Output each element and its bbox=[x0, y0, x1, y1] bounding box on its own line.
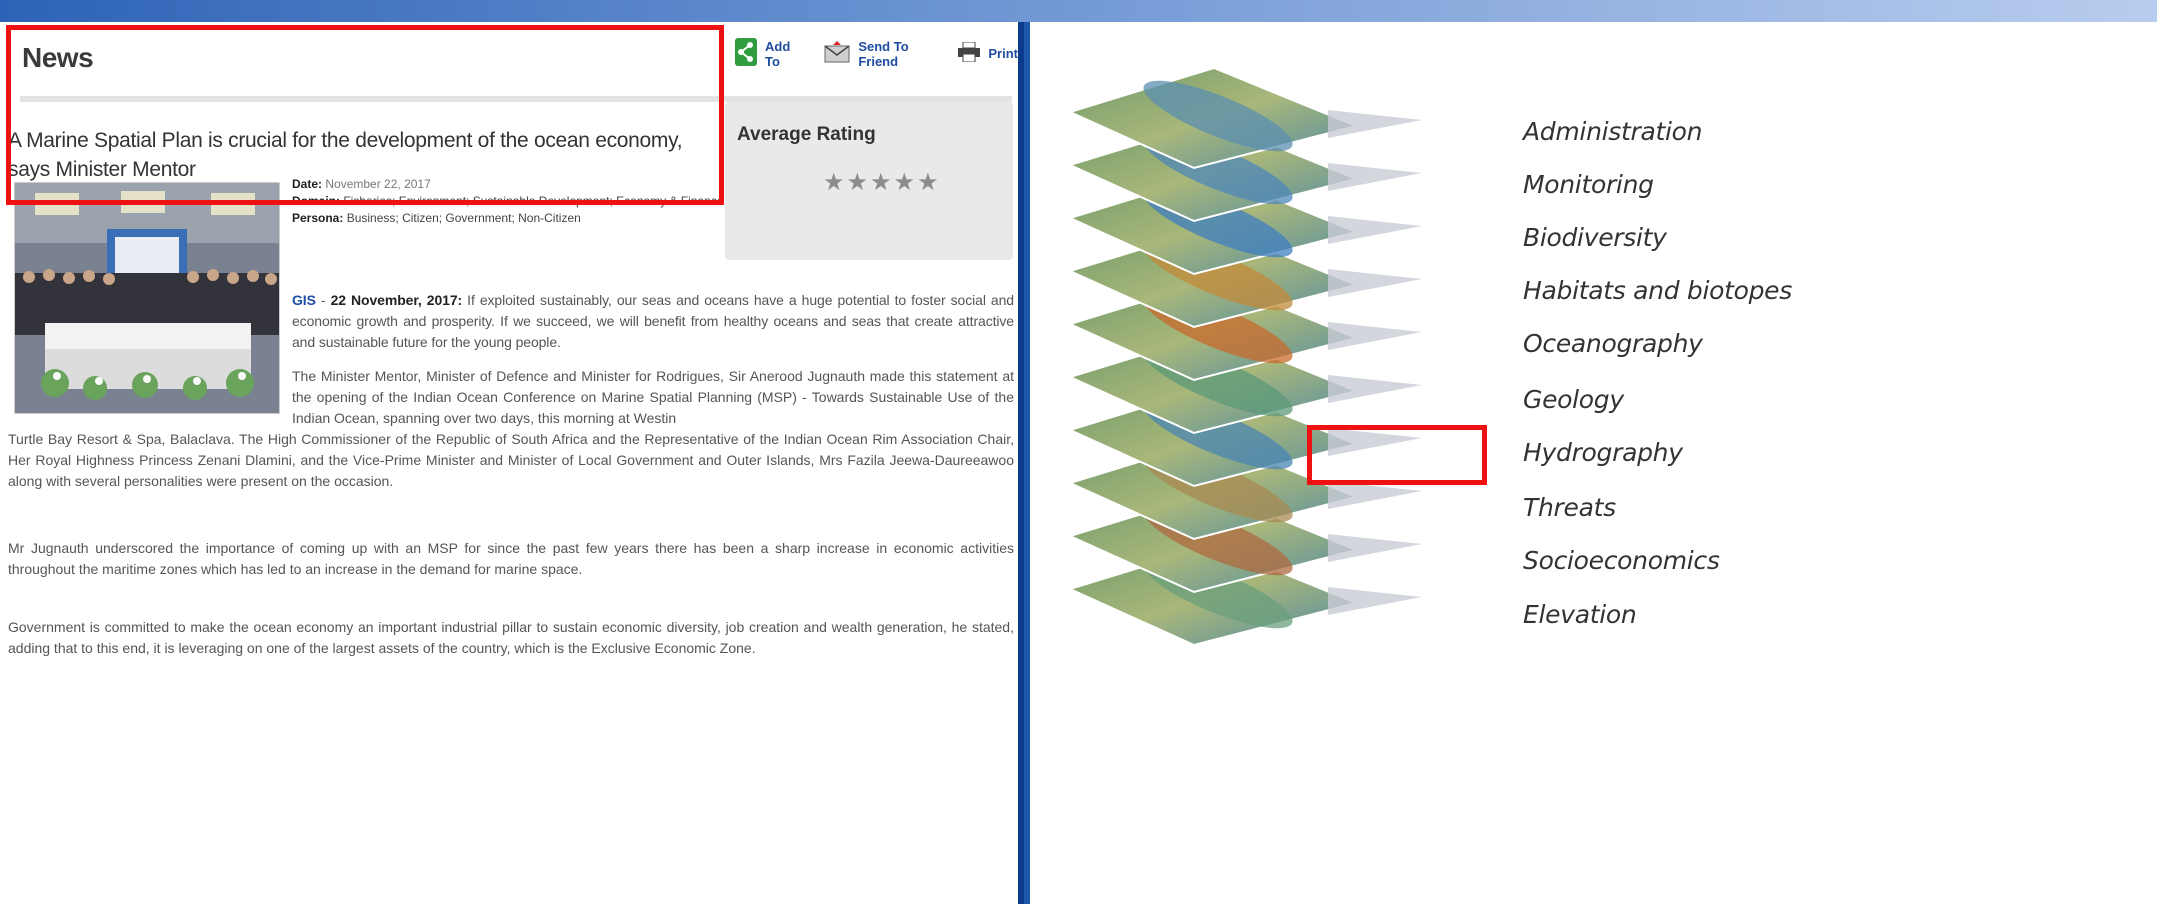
layer-label-socioeconomics: Socioeconomics bbox=[1523, 546, 1720, 575]
layer-label-hydrography: Hydrography bbox=[1523, 438, 1683, 467]
highlight-box-hydrography bbox=[1307, 425, 1487, 485]
layer-label-habitats: Habitats and biotopes bbox=[1523, 276, 1792, 305]
layer-label-administration: Administration bbox=[1523, 117, 1703, 146]
source-link[interactable]: GIS bbox=[292, 292, 316, 308]
top-banner-band bbox=[0, 0, 2157, 22]
layer-pointer bbox=[1328, 269, 1422, 297]
article-paragraph-1: GIS - 22 November, 2017: If exploited su… bbox=[292, 290, 1014, 353]
source-separator: - bbox=[315, 292, 331, 308]
layer-label-geology: Geology bbox=[1523, 385, 1624, 414]
layer-pointer bbox=[1328, 110, 1422, 138]
meta-persona-label: Persona: bbox=[292, 211, 344, 225]
article-toolbar: Add To Send To Friend Print bbox=[735, 38, 1018, 69]
layer-pointer bbox=[1328, 375, 1422, 403]
star-rating[interactable]: ★★★★★ bbox=[823, 168, 941, 197]
article-paragraph-2-start: The Minister Mentor, Minister of Defence… bbox=[292, 368, 1014, 426]
print-label: Print bbox=[988, 46, 1018, 61]
news-panel: News Add To Send To Friend Print A Marin… bbox=[0, 22, 1024, 904]
add-to-button[interactable]: Add To bbox=[735, 38, 796, 69]
layer-pointer bbox=[1328, 587, 1422, 615]
share-icon bbox=[735, 38, 757, 69]
article-paragraph-4: Government is committed to make the ocea… bbox=[8, 619, 1014, 656]
dateline: 22 November, 2017: bbox=[330, 292, 463, 308]
map-layers-panel: Administration Monitoring Biodiversity H… bbox=[1030, 22, 2157, 904]
send-to-friend-button[interactable]: Send To Friend bbox=[824, 39, 930, 69]
layer-pointer bbox=[1328, 322, 1422, 350]
article-paragraph-3: Mr Jugnauth underscored the importance o… bbox=[8, 540, 1014, 577]
layer-label-oceanography: Oceanography bbox=[1523, 329, 1703, 358]
layer-pointer bbox=[1328, 481, 1422, 509]
printer-icon bbox=[958, 41, 981, 65]
layer-pointer bbox=[1328, 534, 1422, 562]
layer-pointer bbox=[1328, 216, 1422, 244]
layer-label-monitoring: Monitoring bbox=[1523, 170, 1654, 199]
envelope-icon bbox=[824, 41, 850, 66]
layer-label-elevation: Elevation bbox=[1523, 600, 1637, 629]
print-button[interactable]: Print bbox=[958, 41, 1018, 65]
layer-label-threats: Threats bbox=[1523, 493, 1616, 522]
highlight-box-headline bbox=[6, 25, 724, 205]
rating-title: Average Rating bbox=[737, 124, 876, 145]
layer-pointer bbox=[1328, 163, 1422, 191]
meta-persona: Persona: Business; Citizen; Government; … bbox=[292, 210, 732, 227]
article-photo bbox=[14, 182, 280, 414]
average-rating-panel: Average Rating ★★★★★ bbox=[725, 102, 1013, 260]
add-to-label: Add To bbox=[765, 38, 791, 69]
send-to-friend-label: Send To Friend bbox=[858, 38, 909, 69]
layer-label-biodiversity: Biodiversity bbox=[1523, 223, 1667, 252]
meta-persona-value: Business; Citizen; Government; Non-Citiz… bbox=[346, 211, 581, 225]
article-paragraph-2-end: Turtle Bay Resort & Spa, Balaclava. The … bbox=[8, 431, 1014, 489]
conference-photo-image bbox=[15, 183, 279, 413]
